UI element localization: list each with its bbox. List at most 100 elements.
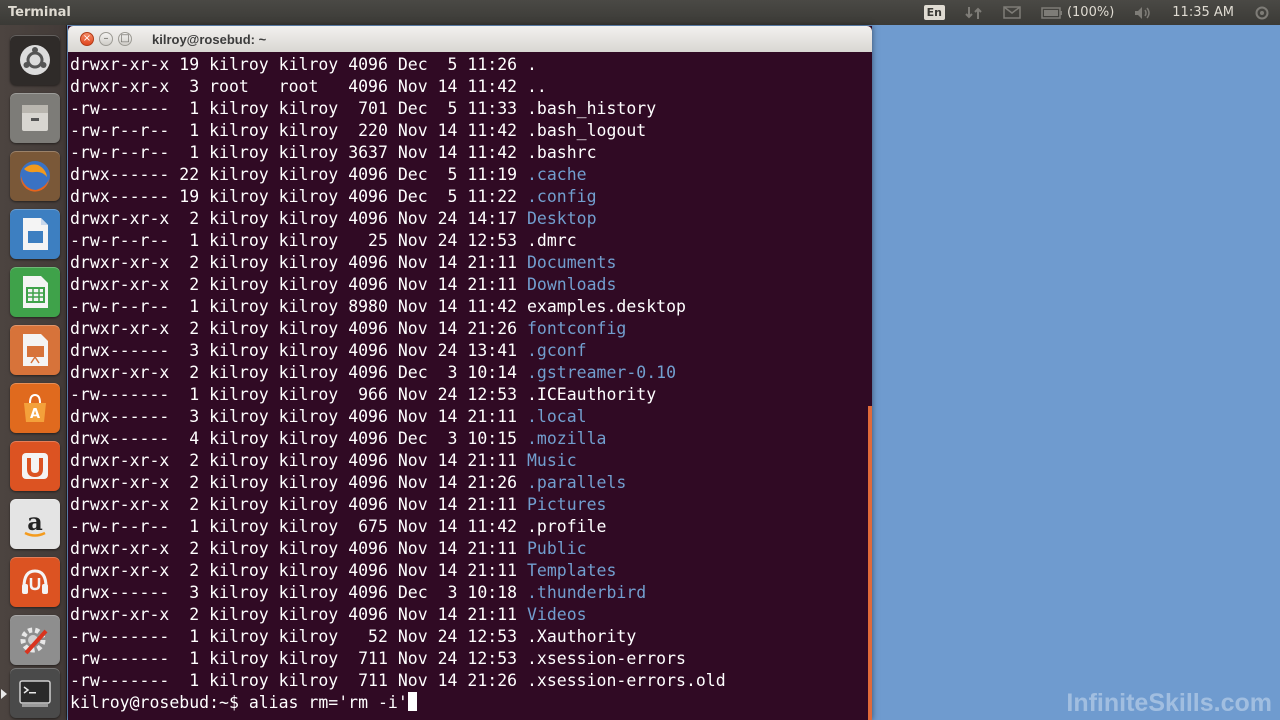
- listing-filename[interactable]: .bashrc: [527, 143, 597, 162]
- launcher-item-writer[interactable]: [10, 209, 60, 259]
- launcher-item-ubuntu-one[interactable]: [10, 441, 60, 491]
- listing-group: kilroy: [278, 319, 349, 338]
- watermark: InfiniteSkills.com: [1066, 689, 1272, 717]
- listing-filename[interactable]: fontconfig: [527, 319, 626, 338]
- gear-wrench-icon: [20, 627, 48, 655]
- listing-size: 701: [348, 99, 398, 118]
- listing-filename[interactable]: examples.desktop: [527, 297, 686, 316]
- listing-filename[interactable]: Desktop: [527, 209, 597, 228]
- active-app-title: Terminal: [8, 5, 71, 20]
- launcher-item-dash-home[interactable]: [10, 35, 60, 85]
- listing-filename[interactable]: Downloads: [527, 275, 616, 294]
- listing-group: kilroy: [278, 605, 349, 624]
- listing-owner: kilroy: [209, 99, 279, 118]
- launcher-item-calc[interactable]: [10, 267, 60, 317]
- keyboard-indicator[interactable]: En: [914, 5, 955, 20]
- listing-group: kilroy: [278, 495, 349, 514]
- listing-owner: kilroy: [209, 649, 279, 668]
- amazon-icon: a: [24, 507, 46, 537]
- listing-filename[interactable]: .bash_logout: [527, 121, 646, 140]
- terminal-scrollbar[interactable]: [868, 406, 872, 720]
- listing-perms: drwx------: [70, 429, 180, 448]
- listing-filename[interactable]: .thunderbird: [527, 583, 646, 602]
- listing-owner: kilroy: [209, 121, 279, 140]
- listing-filename[interactable]: .mozilla: [527, 429, 606, 448]
- listing-size: 3637: [348, 143, 398, 162]
- launcher-item-impress[interactable]: [10, 325, 60, 375]
- network-indicator[interactable]: [955, 5, 993, 21]
- listing-perms: drwxr-xr-x: [70, 495, 180, 514]
- listing-filename[interactable]: Pictures: [527, 495, 606, 514]
- listing-date: Nov 14 11:42: [397, 143, 527, 162]
- launcher-item-system-settings[interactable]: [10, 615, 60, 665]
- listing-links: 19: [179, 187, 210, 206]
- launcher-item-software-center[interactable]: A: [10, 383, 60, 433]
- listing-owner: kilroy: [209, 451, 279, 470]
- listing-row: drwx------ 19 kilroy kilroy 4096 Dec 5 1…: [70, 186, 866, 208]
- listing-filename[interactable]: .xsession-errors: [527, 649, 686, 668]
- listing-filename[interactable]: .Xauthority: [527, 627, 636, 646]
- listing-date: Nov 24 14:17: [397, 209, 527, 228]
- listing-perms: -rw-------: [70, 671, 180, 690]
- listing-size: 4096: [348, 561, 398, 580]
- listing-row: -rw-r--r-- 1 kilroy kilroy 220 Nov 14 11…: [70, 120, 866, 142]
- clock-indicator[interactable]: 11:35 AM: [1162, 5, 1244, 20]
- messaging-indicator[interactable]: [993, 6, 1031, 19]
- command-input[interactable]: alias rm='rm -i': [249, 693, 408, 712]
- listing-links: 1: [179, 671, 210, 690]
- launcher-item-terminal[interactable]: [1, 668, 60, 718]
- listing-filename[interactable]: .gstreamer-0.10: [527, 363, 676, 382]
- listing-filename[interactable]: ..: [527, 77, 547, 96]
- terminal-output[interactable]: drwxr-xr-x 19 kilroy kilroy 4096 Dec 5 1…: [70, 54, 866, 720]
- listing-filename[interactable]: .parallels: [527, 473, 626, 492]
- listing-date: Dec 5 11:22: [397, 187, 527, 206]
- listing-links: 1: [179, 517, 210, 536]
- listing-filename[interactable]: .ICEauthority: [527, 385, 656, 404]
- listing-filename[interactable]: Public: [527, 539, 587, 558]
- listing-filename[interactable]: .local: [527, 407, 587, 426]
- session-indicator[interactable]: [1244, 5, 1280, 21]
- listing-filename[interactable]: Videos: [527, 605, 587, 624]
- minimize-button[interactable]: –: [99, 32, 113, 46]
- listing-perms: -rw-------: [70, 627, 180, 646]
- listing-filename[interactable]: Music: [527, 451, 577, 470]
- launcher-item-firefox[interactable]: [10, 151, 60, 201]
- prompt-line[interactable]: kilroy@rosebud:~$ alias rm='rm -i': [70, 692, 866, 714]
- close-button[interactable]: ×: [80, 32, 94, 46]
- listing-filename[interactable]: .bash_history: [527, 99, 656, 118]
- maximize-button[interactable]: □: [118, 32, 132, 46]
- listing-links: 2: [179, 363, 210, 382]
- listing-filename[interactable]: .gconf: [527, 341, 587, 360]
- listing-links: 2: [179, 495, 210, 514]
- listing-owner: kilroy: [209, 429, 279, 448]
- listing-links: 2: [179, 319, 210, 338]
- listing-filename[interactable]: Templates: [527, 561, 616, 580]
- listing-group: kilroy: [278, 649, 349, 668]
- listing-owner: kilroy: [209, 627, 279, 646]
- sound-indicator[interactable]: [1124, 6, 1162, 20]
- listing-filename[interactable]: Documents: [527, 253, 616, 272]
- launcher-item-amazon[interactable]: a: [10, 499, 60, 549]
- listing-filename[interactable]: .: [527, 55, 537, 74]
- listing-size: 675: [348, 517, 398, 536]
- listing-group: kilroy: [278, 671, 349, 690]
- launcher-item-ubuntu-one-music[interactable]: [10, 557, 60, 607]
- listing-owner: kilroy: [209, 275, 279, 294]
- listing-filename[interactable]: .config: [527, 187, 597, 206]
- launcher-item-files[interactable]: [10, 93, 60, 143]
- listing-links: 1: [179, 297, 210, 316]
- battery-indicator[interactable]: (100%): [1031, 5, 1124, 20]
- keyboard-layout-label: En: [923, 5, 945, 20]
- shell-prompt: kilroy@rosebud:~$: [70, 693, 249, 712]
- listing-filename[interactable]: .profile: [527, 517, 606, 536]
- listing-filename[interactable]: .cache: [527, 165, 587, 184]
- listing-filename[interactable]: .dmrc: [527, 231, 577, 250]
- listing-links: 2: [179, 605, 210, 624]
- listing-filename[interactable]: .xsession-errors.old: [527, 671, 726, 690]
- listing-perms: drwxr-xr-x: [70, 275, 180, 294]
- terminal-window[interactable]: × – □ kilroy@rosebud: ~ drwxr-xr-x 19 ki…: [68, 26, 872, 720]
- listing-owner: kilroy: [209, 517, 279, 536]
- listing-row: -rw-r--r-- 1 kilroy kilroy 25 Nov 24 12:…: [70, 230, 866, 252]
- window-titlebar[interactable]: × – □ kilroy@rosebud: ~: [68, 26, 872, 52]
- listing-row: drwxr-xr-x 2 kilroy kilroy 4096 Nov 24 1…: [70, 208, 866, 230]
